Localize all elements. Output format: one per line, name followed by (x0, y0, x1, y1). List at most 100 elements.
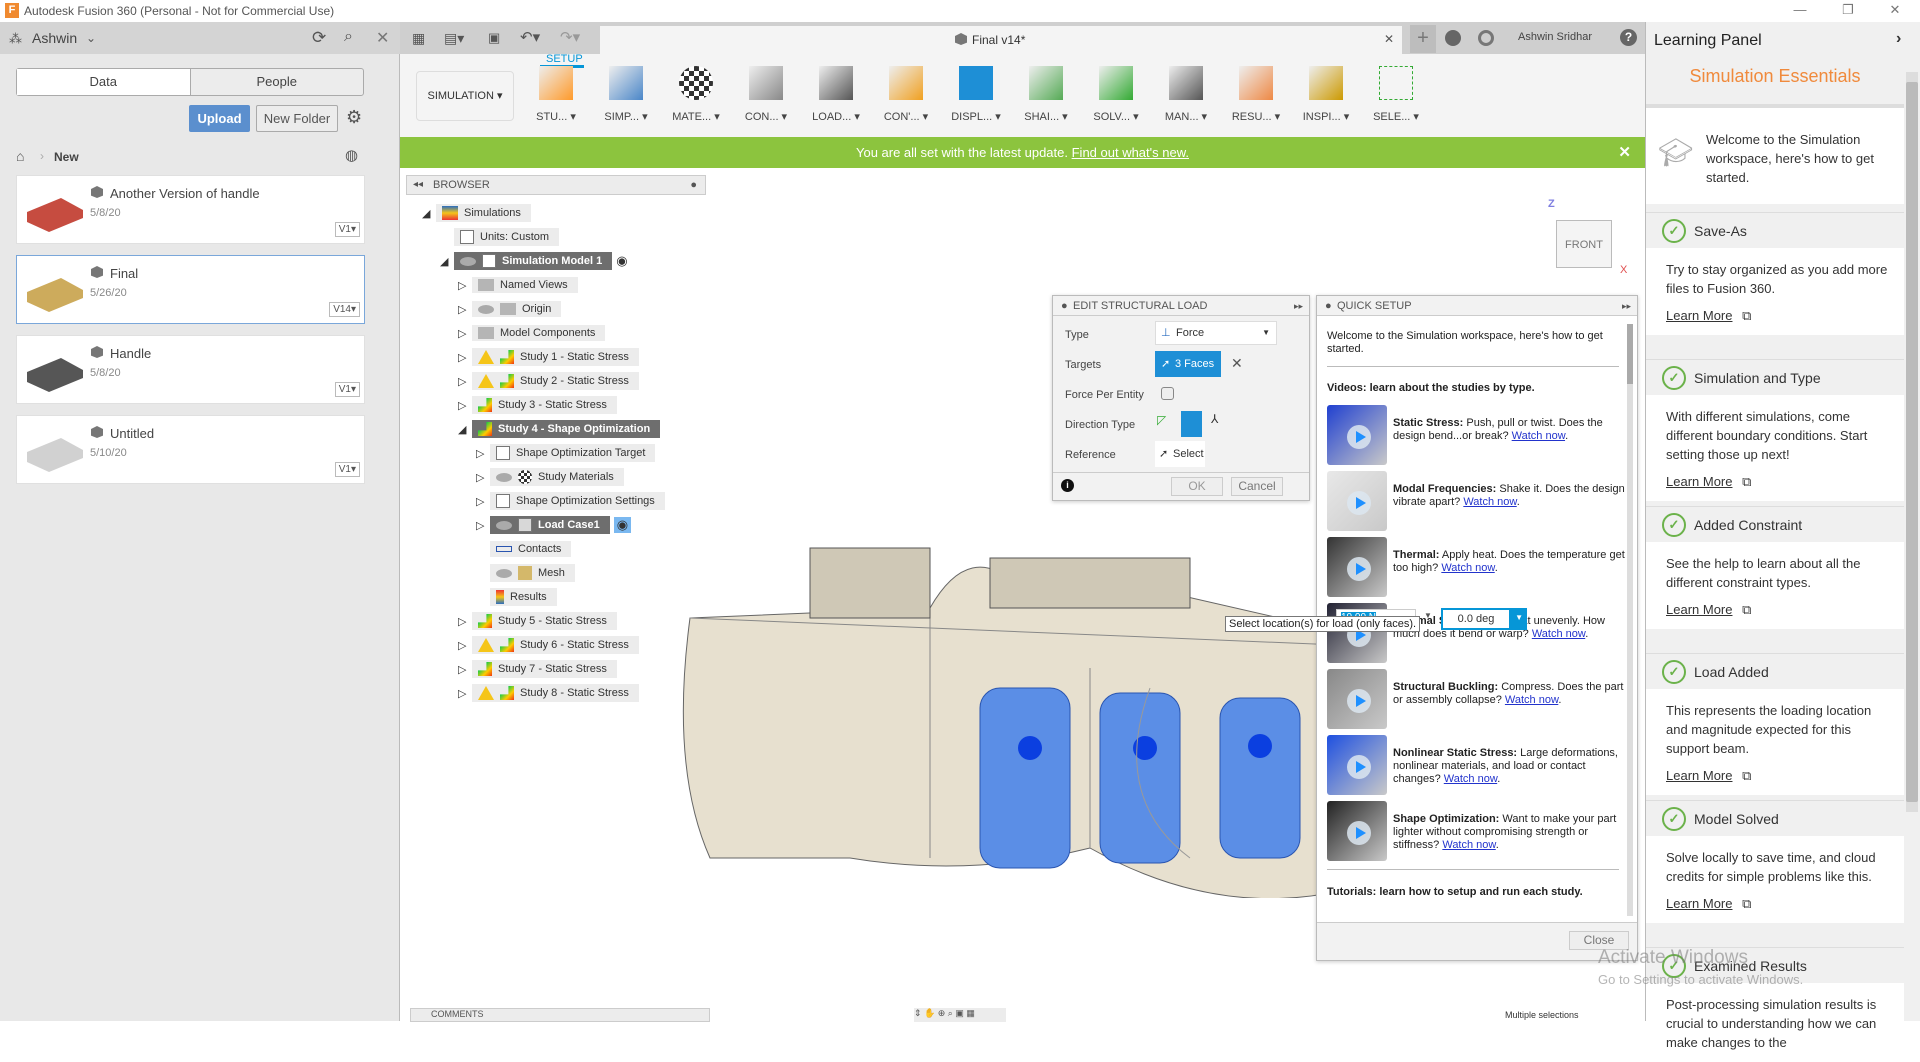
dialog-header[interactable]: ● EDIT STRUCTURAL LOAD ▸▸ (1053, 296, 1309, 316)
watch-now-link[interactable]: Watch now (1444, 773, 1497, 785)
redo-icon[interactable]: ↷▾ (560, 28, 580, 46)
learning-step-header[interactable]: ✓ Added Constraint (1646, 506, 1904, 542)
browser-item[interactable]: ▷ Study 1 - Static Stress (458, 347, 639, 367)
expand-arrow-icon[interactable]: ▷ (458, 303, 472, 316)
expand-arrow-icon[interactable]: ▷ (458, 399, 472, 412)
watch-now-link[interactable]: Watch now (1463, 496, 1516, 508)
browser-item-body[interactable]: Named Views (472, 277, 578, 293)
activate-radio-icon[interactable]: ◉ (613, 517, 632, 533)
breadcrumb-current[interactable]: New (54, 150, 79, 164)
visibility-eye-icon[interactable] (478, 304, 494, 314)
direction-vector-icon[interactable]: ⅄ (1211, 412, 1218, 426)
browser-item-body[interactable]: Results (490, 588, 557, 606)
tool-simplify[interactable]: SIMP... ▾ (591, 66, 661, 132)
whats-new-link[interactable]: Find out what's new. (1072, 145, 1189, 160)
expand-arrow-icon[interactable]: ▷ (476, 447, 490, 460)
tool-solve[interactable]: SOLV... ▾ (1081, 66, 1151, 132)
angle-dropdown-icon[interactable]: ▼ (1515, 613, 1523, 622)
viewcube[interactable]: FRONT Z X (1548, 198, 1628, 278)
close-panel-icon[interactable]: ✕ (376, 28, 389, 48)
video-thumbnail[interactable] (1327, 801, 1387, 861)
expand-dialog-icon[interactable]: ▸▸ (1294, 296, 1303, 316)
browser-item-body[interactable]: Study 1 - Static Stress (472, 348, 639, 366)
comments-panel[interactable]: COMMENTS (410, 1008, 710, 1022)
tool-display[interactable]: DISPL... ▾ (941, 66, 1011, 132)
close-banner-icon[interactable]: ✕ (1618, 137, 1631, 168)
external-link-icon[interactable]: ⧉ (1738, 474, 1751, 489)
collapse-learning-panel-icon[interactable]: › (1896, 30, 1901, 48)
close-window-button[interactable]: ✕ (1875, 2, 1915, 20)
tool-shape[interactable]: SHAI... ▾ (1011, 66, 1081, 132)
browser-item[interactable]: ▷ Shape Optimization Target (476, 443, 656, 463)
external-link-icon[interactable]: ⧉ (1738, 768, 1751, 783)
play-icon[interactable] (1347, 821, 1371, 845)
expand-arrow-icon[interactable]: ▷ (458, 327, 472, 340)
external-link-icon[interactable]: ⧉ (1738, 602, 1751, 617)
targets-selector[interactable]: ➚ 3 Faces (1155, 351, 1221, 377)
learning-step-header[interactable]: ✓ Load Added (1646, 653, 1904, 689)
home-icon[interactable]: ⌂ (16, 148, 24, 164)
force-per-entity-checkbox[interactable] (1161, 387, 1174, 400)
play-icon[interactable] (1347, 689, 1371, 713)
expand-arrow-icon[interactable]: ▷ (458, 351, 472, 364)
browser-item-body[interactable]: Shape Optimization Target (490, 444, 656, 462)
browser-item[interactable]: Units: Custom (440, 227, 560, 247)
tab-people[interactable]: People (191, 69, 364, 95)
browser-item[interactable]: ▷ Named Views (458, 275, 578, 295)
direction-angle-icon[interactable] (1181, 411, 1202, 437)
browser-item-body[interactable]: Study 2 - Static Stress (472, 372, 639, 390)
refresh-icon[interactable]: ⟳ (312, 28, 326, 48)
learning-step-header[interactable]: ✓ Simulation and Type (1646, 359, 1904, 395)
browser-item-body[interactable]: Study 3 - Static Stress (472, 396, 617, 414)
browser-item[interactable]: ◢ Simulations (422, 203, 531, 223)
new-folder-button[interactable]: New Folder (256, 105, 338, 132)
browser-item[interactable]: Contacts (476, 539, 572, 559)
expand-arrow-icon[interactable]: ▷ (476, 495, 490, 508)
tool-materials[interactable]: MATE... ▾ (661, 66, 731, 132)
video-thumbnail[interactable] (1327, 405, 1387, 465)
file-icon[interactable]: ▤▾ (444, 30, 464, 47)
tool-select[interactable]: SELE... ▾ (1361, 66, 1431, 132)
play-icon[interactable] (1347, 491, 1371, 515)
file-card[interactable]: Final 5/26/20 V14▾ (16, 255, 365, 324)
browser-item[interactable]: Mesh (476, 563, 575, 583)
save-icon[interactable]: ▣ (488, 30, 500, 46)
video-thumbnail[interactable] (1327, 471, 1387, 531)
globe-icon[interactable]: ◍ (345, 146, 358, 164)
navigation-toolbar[interactable]: ⇕ ✋ ⊕ ⌕ ▣ ▦ (914, 1008, 1006, 1022)
reference-selector[interactable]: ➚ Select (1155, 441, 1205, 467)
info-icon[interactable]: i (1061, 479, 1074, 492)
version-badge[interactable]: V14▾ (329, 302, 360, 317)
help-icon[interactable]: ? (1620, 29, 1637, 46)
version-badge[interactable]: V1▾ (334, 462, 360, 477)
type-select[interactable]: ⊥ Force ▼ (1155, 321, 1277, 345)
gear-icon[interactable]: ⚙ (346, 107, 362, 128)
expand-arrow-icon[interactable]: ▷ (458, 639, 472, 652)
video-thumbnail[interactable] (1327, 735, 1387, 795)
learn-more-link[interactable]: Learn More (1666, 894, 1732, 913)
browser-item-body[interactable]: Study 4 - Shape Optimization (472, 420, 661, 438)
quick-setup-header[interactable]: ● QUICK SETUP ▸▸ (1317, 296, 1637, 316)
file-card[interactable]: Handle 5/8/20 V1▾ (16, 335, 365, 404)
close-tab-icon[interactable]: ✕ (1384, 32, 1394, 46)
browser-item-body[interactable]: Origin (472, 301, 562, 317)
watch-now-link[interactable]: Watch now (1532, 628, 1585, 640)
extensions-icon[interactable] (1445, 30, 1461, 46)
visibility-eye-icon[interactable] (496, 520, 512, 530)
expand-arrow-icon[interactable]: ▷ (458, 663, 472, 676)
browser-item[interactable]: ▷ Study 6 - Static Stress (458, 635, 639, 655)
browser-item[interactable]: ◢ Simulation Model 1 ◉ (440, 251, 628, 271)
chevron-down-icon[interactable]: ⌄ (86, 31, 96, 45)
expand-arrow-icon[interactable]: ▷ (476, 471, 490, 484)
browser-item-body[interactable]: Study 5 - Static Stress (472, 612, 617, 630)
collapse-arrow-icon[interactable]: ◢ (458, 423, 472, 436)
learning-step-header[interactable]: ✓ Model Solved (1646, 800, 1904, 836)
browser-item[interactable]: ▷ Load Case1 ◉ (476, 515, 632, 535)
pin-icon[interactable]: ● (690, 176, 697, 194)
activate-radio-icon[interactable]: ◉ (616, 253, 627, 269)
tool-results[interactable]: RESU... ▾ (1221, 66, 1291, 132)
learn-more-link[interactable]: Learn More (1666, 766, 1732, 785)
browser-item-body[interactable]: Study 6 - Static Stress (472, 636, 639, 654)
play-icon[interactable] (1347, 425, 1371, 449)
browser-item[interactable]: ▷ Model Components (458, 323, 606, 343)
